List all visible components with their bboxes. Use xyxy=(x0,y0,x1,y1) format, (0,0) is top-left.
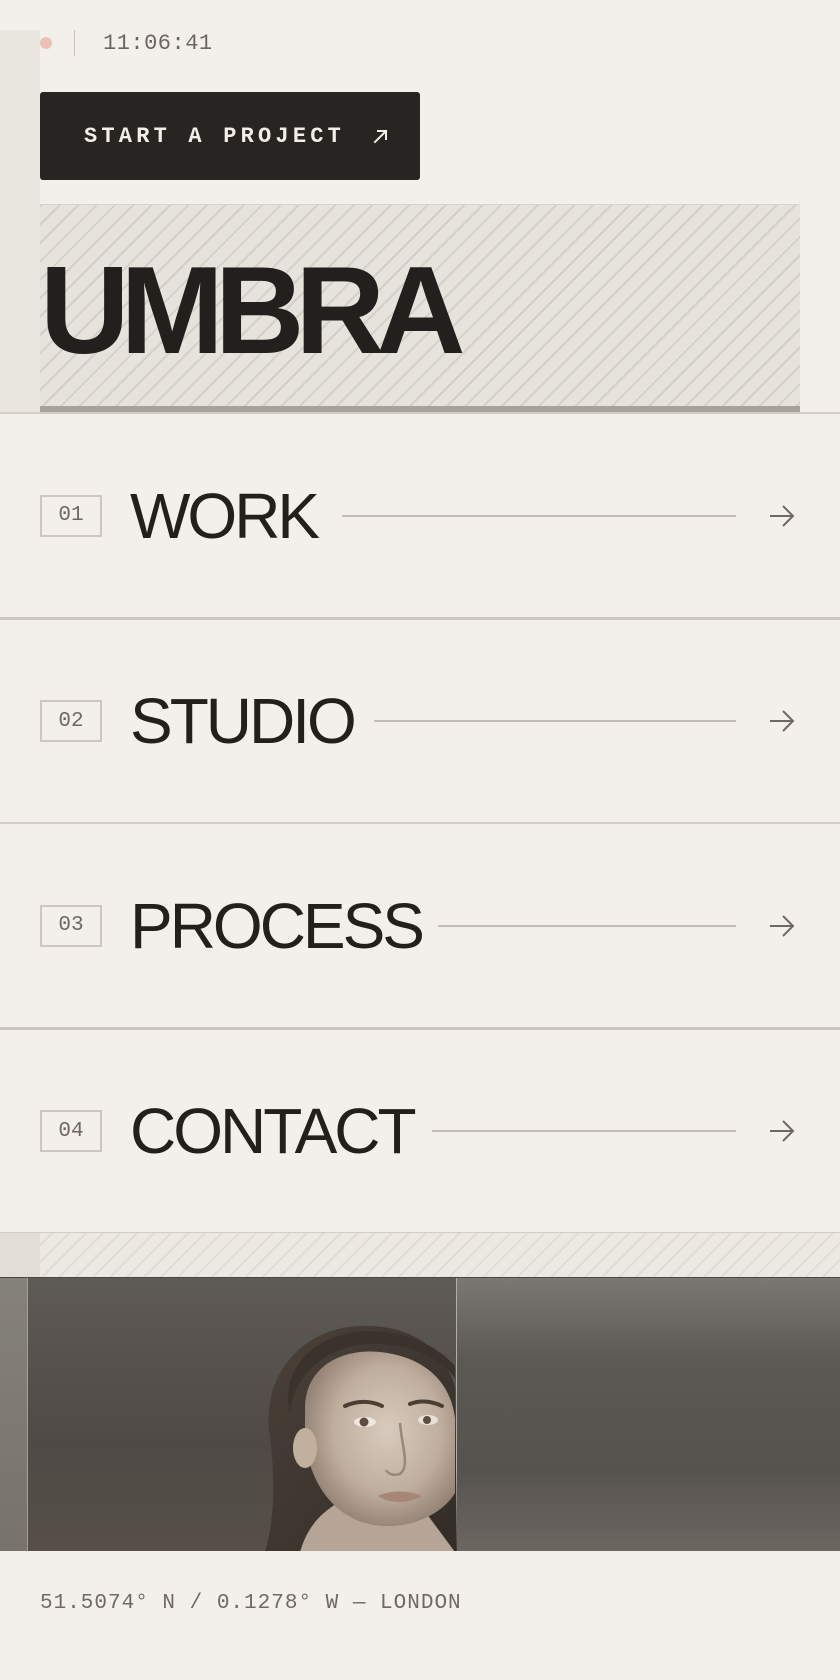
nav-item-rule xyxy=(374,720,736,722)
nav-item-work[interactable]: 01 WORK xyxy=(0,412,840,617)
nav-item-rule xyxy=(342,514,736,517)
status-bar: 11:06:41 xyxy=(40,28,213,58)
image-panel-right xyxy=(457,1278,840,1551)
clock: 11:06:41 xyxy=(103,30,213,56)
nav-item-number: 02 xyxy=(40,700,102,742)
arrow-right-icon xyxy=(770,710,795,732)
status-divider xyxy=(74,30,75,56)
sidebar-strip xyxy=(0,30,40,412)
nav-item-label: STUDIO xyxy=(130,685,357,757)
nav-item-rule xyxy=(438,924,736,927)
image-panel-left xyxy=(0,1278,28,1551)
nav-item-label: WORK xyxy=(130,479,320,552)
main-nav: 01 WORK 02 STUDIO 03 PROCESS 04 CONTACT xyxy=(0,412,840,1234)
nav-item-process[interactable]: 03 PROCESS xyxy=(0,822,840,1027)
nav-item-label: PROCESS xyxy=(130,889,425,962)
start-project-button[interactable]: START A PROJECT xyxy=(40,92,420,180)
brand-logo[interactable]: UMBRA xyxy=(40,249,465,373)
stripe-band xyxy=(0,1233,840,1277)
arrow-up-right-icon xyxy=(373,129,388,144)
start-project-label: START A PROJECT xyxy=(84,123,346,149)
nav-item-contact[interactable]: 04 CONTACT xyxy=(0,1027,840,1232)
nav-item-number: 01 xyxy=(40,494,102,537)
arrow-right-icon xyxy=(770,914,795,937)
hero: UMBRA xyxy=(40,204,800,412)
location-coordinates: 51.5074° N / 0.1278° W — LONDON xyxy=(40,1592,462,1615)
nav-item-studio[interactable]: 02 STUDIO xyxy=(0,617,840,822)
status-indicator xyxy=(40,37,52,49)
arrow-right-icon xyxy=(770,1120,795,1142)
nav-item-number: 04 xyxy=(40,1110,102,1152)
portrait-image xyxy=(265,1325,457,1551)
nav-item-rule xyxy=(432,1130,736,1132)
arrow-right-icon xyxy=(770,504,795,527)
featured-image xyxy=(0,1277,840,1551)
nav-item-label: CONTACT xyxy=(130,1095,417,1167)
nav-item-number: 03 xyxy=(40,904,102,947)
stripe-band-edge xyxy=(0,1233,40,1277)
